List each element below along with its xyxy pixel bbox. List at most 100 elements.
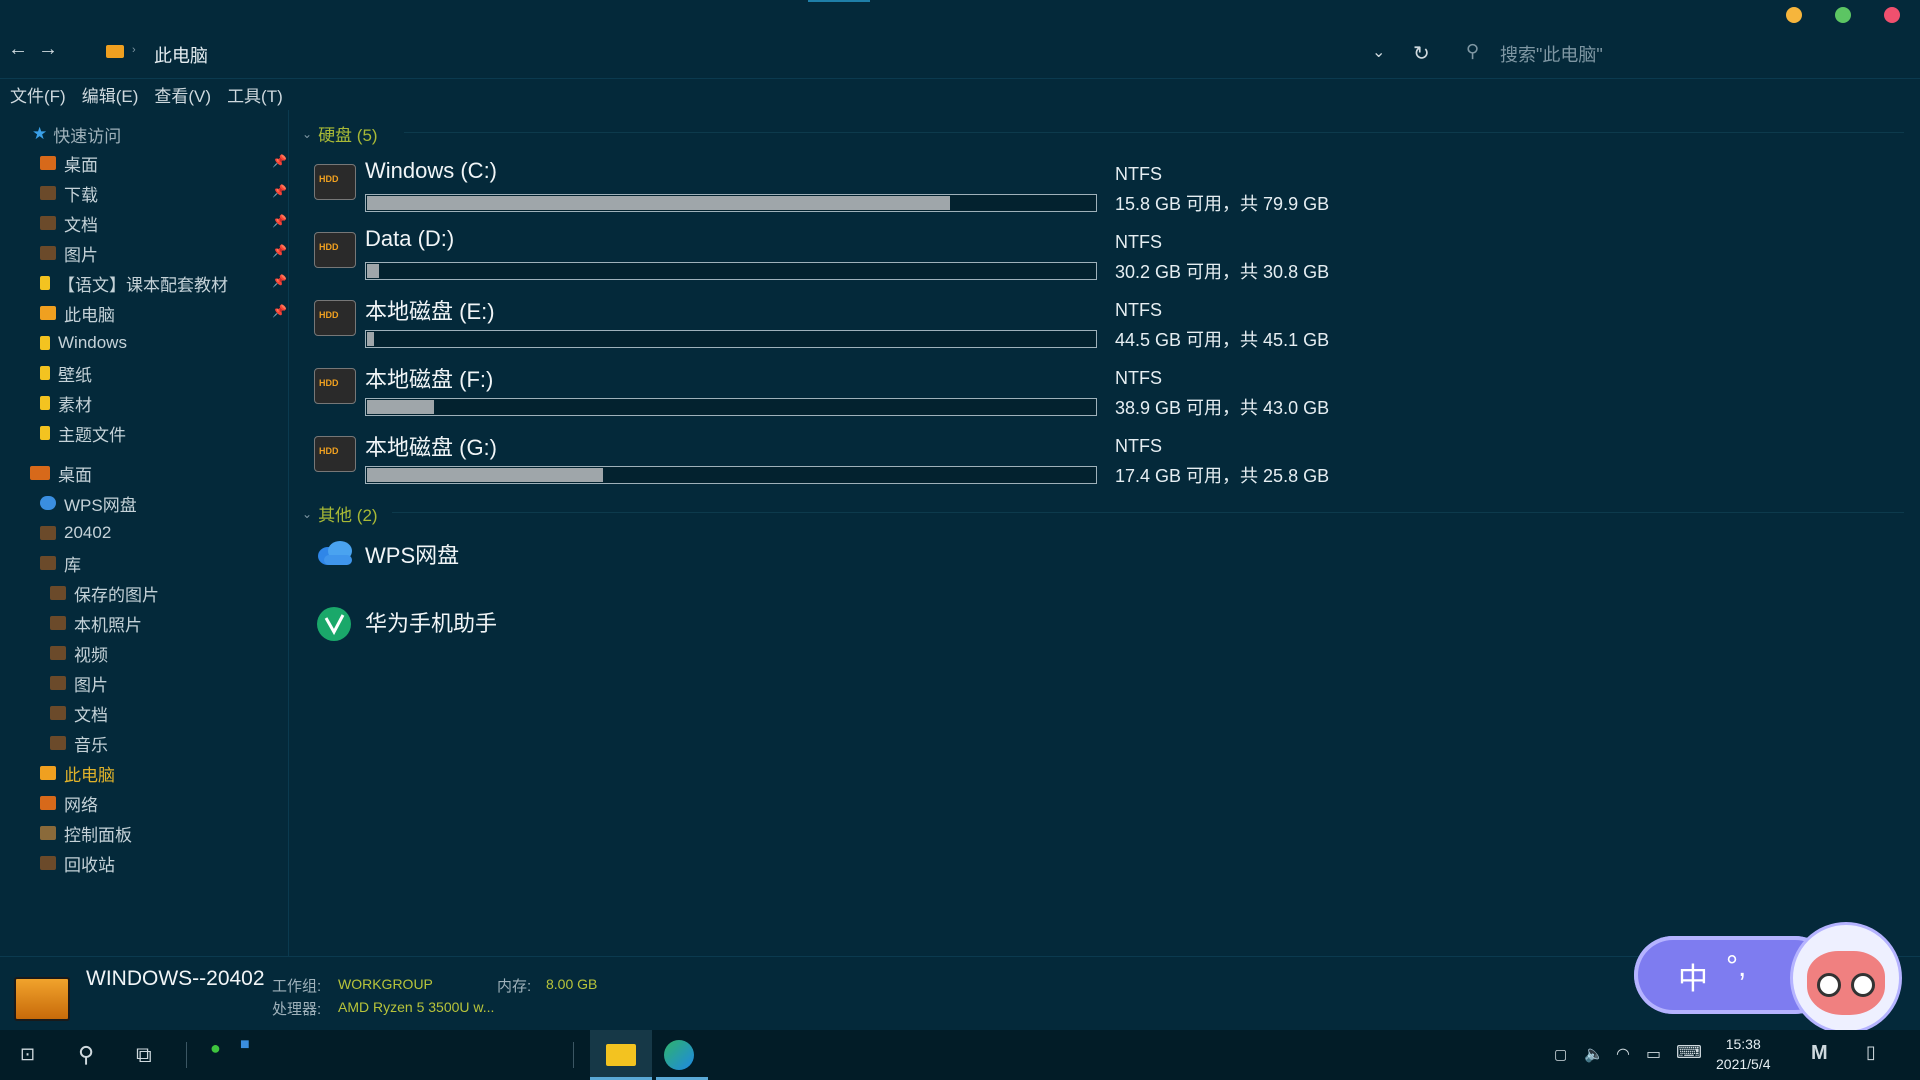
drive-item-d[interactable]: Data (D:) NTFS 30.2 GB 可用，共 30.8 GB [314,226,1414,288]
drive-usage-fill [367,196,951,210]
volume-icon[interactable]: 🔈 [1584,1044,1604,1064]
ime-punctuation[interactable]: °, [1726,950,1746,984]
workgroup-value: WORKGROUP [338,976,433,992]
sidebar-item-lib-pictures[interactable]: 图片 [50,669,108,697]
start-icon[interactable]: ⊡ [20,1044,35,1065]
sidebar-item-recycle-bin[interactable]: 回收站 [40,849,115,877]
item-wps-cloud[interactable]: WPS网盘 [314,530,514,576]
system-clock[interactable]: 15:38 2021/5/4 [1716,1034,1771,1074]
sidebar-item-pictures[interactable]: 图片 [40,239,98,267]
sidebar-item-music[interactable]: 音乐 [50,729,108,757]
pin-icon[interactable]: 📌 [272,304,287,318]
sidebar-item-desktop[interactable]: 桌面 [40,149,98,177]
pictures-icon [50,676,66,690]
sidebar-item-downloads[interactable]: 下载 [40,179,98,207]
pin-icon[interactable]: 📌 [272,154,287,168]
sidebar-label: 控制面板 [64,825,132,845]
tray-app-icon[interactable]: ■ [240,1036,250,1054]
menu-edit[interactable]: 编辑(E) [82,82,139,108]
drive-name: 本地磁盘 (G:) [365,435,497,460]
menu-tools[interactable]: 工具(T) [227,82,283,108]
drive-item-e[interactable]: 本地磁盘 (E:) NTFS 44.5 GB 可用，共 45.1 GB [314,294,1414,356]
sidebar-item-desktop-root[interactable]: 桌面 [30,459,92,487]
drive-item-g[interactable]: 本地磁盘 (G:) NTFS 17.4 GB 可用，共 25.8 GB [314,430,1414,492]
group-title: 其他 (2) [318,506,378,525]
drive-usage-bar [365,466,1097,484]
sidebar-item-materials[interactable]: 素材 [40,389,92,417]
close-button[interactable] [1884,7,1900,23]
battery-icon[interactable]: ▭ [1646,1044,1661,1064]
sidebar-item-user[interactable]: 20402 [40,519,111,547]
ime-mode[interactable]: 中 [1678,954,1708,998]
sidebar-item-theme-files[interactable]: 主题文件 [40,419,126,447]
clock-time: 15:38 [1725,1036,1761,1052]
group-header-others[interactable]: ⌄ 其他 (2) [302,501,378,526]
sidebar-item-videos[interactable]: 视频 [50,639,108,667]
pin-icon[interactable]: 📌 [272,274,287,288]
sidebar-item-wallpaper[interactable]: 壁纸 [40,359,92,387]
this-pc-icon [40,306,56,320]
file-explorer-taskbar-button[interactable] [590,1030,652,1080]
cloud-icon [318,541,352,565]
sidebar-item-this-pc[interactable]: 此电脑 [40,759,115,787]
drive-free-space: 17.4 GB 可用，共 25.8 GB [1115,466,1330,486]
drive-item-f[interactable]: 本地磁盘 (F:) NTFS 38.9 GB 可用，共 43.0 GB [314,362,1414,424]
sidebar-item-documents[interactable]: 文档 [40,209,98,237]
maximize-button[interactable] [1835,7,1851,23]
wechat-icon[interactable]: ● [210,1038,221,1059]
sidebar-item-windows[interactable]: Windows [40,329,127,357]
sidebar-label: 音乐 [74,735,108,755]
keyboard-icon[interactable]: ⌨ [1676,1042,1702,1063]
breadcrumb[interactable]: 此电脑 [154,42,208,68]
sidebar-label: 视频 [74,645,108,665]
search-icon[interactable]: ⚲ [78,1042,94,1068]
forward-arrow-icon[interactable]: → [38,38,58,61]
drive-filesystem: NTFS [1115,436,1162,456]
details-pane: WINDOWS--20402 工作组: WORKGROUP 内存: 8.00 G… [0,956,1920,1031]
sidebar-label: 主题文件 [58,425,126,445]
refresh-icon[interactable]: ↻ [1413,41,1430,66]
pin-icon[interactable]: 📌 [272,214,287,228]
documents-icon [50,706,66,720]
sidebar-item-quick-access[interactable]: ★ 快速访问 [32,120,121,148]
drive-item-c[interactable]: Windows (C:) NTFS 15.8 GB 可用，共 79.9 GB [314,158,1414,220]
menu-file[interactable]: 文件(F) [10,82,66,108]
ime-logo-icon[interactable]: M [1811,1042,1828,1065]
drive-filesystem: NTFS [1115,232,1162,252]
pictures-icon [50,616,66,630]
sidebar-item-lib-documents[interactable]: 文档 [50,699,108,727]
sidebar-item-network[interactable]: 网络 [40,789,98,817]
notification-icon[interactable]: ▯ [1866,1042,1876,1063]
pin-icon[interactable]: 📌 [272,184,287,198]
menu-bar: 文件(F) 编辑(E) 查看(V) 工具(T) [10,82,283,108]
chevron-down-icon: ⌄ [302,506,313,521]
minimize-button[interactable] [1786,7,1802,23]
tray-window-icon[interactable]: ▢ [1554,1046,1567,1063]
drive-usage-fill [367,264,379,278]
drive-filesystem: NTFS [1115,164,1162,184]
edge-browser-icon[interactable] [664,1040,694,1070]
search-input[interactable]: 搜索"此电脑" [1500,41,1603,67]
sidebar-item-textbook[interactable]: 【语文】课本配套教材 [40,269,228,297]
sidebar-label: 壁纸 [58,365,92,385]
sidebar-item-camera-roll[interactable]: 本机照片 [50,609,142,637]
menu-view[interactable]: 查看(V) [154,82,211,108]
sidebar-item-this-pc-quick[interactable]: 此电脑 [40,299,115,327]
group-header-drives[interactable]: ⌄ 硬盘 (5) [302,121,378,146]
back-arrow-icon[interactable]: ← [8,38,28,61]
search-icon: ⚲ [1466,41,1480,61]
drive-usage-bar [365,398,1097,416]
history-dropdown-icon[interactable]: ⌄ [1372,42,1385,62]
mascot-face [1807,951,1885,1015]
sidebar-item-saved-pictures[interactable]: 保存的图片 [50,579,159,607]
ime-mascot-icon[interactable] [1790,922,1902,1034]
task-view-icon[interactable]: ⧉ [136,1042,152,1068]
sidebar-item-control-panel[interactable]: 控制面板 [40,819,132,847]
pin-icon[interactable]: 📌 [272,244,287,258]
item-huawei-assistant[interactable]: 华为手机助手 [314,598,534,644]
sidebar-item-library[interactable]: 库 [40,549,81,577]
drive-name: 本地磁盘 (F:) [365,367,494,392]
sidebar-item-wps-cloud[interactable]: WPS网盘 [40,489,137,517]
breadcrumb-chevron-icon[interactable]: › [132,44,136,56]
wifi-icon[interactable]: ◠ [1616,1044,1630,1064]
